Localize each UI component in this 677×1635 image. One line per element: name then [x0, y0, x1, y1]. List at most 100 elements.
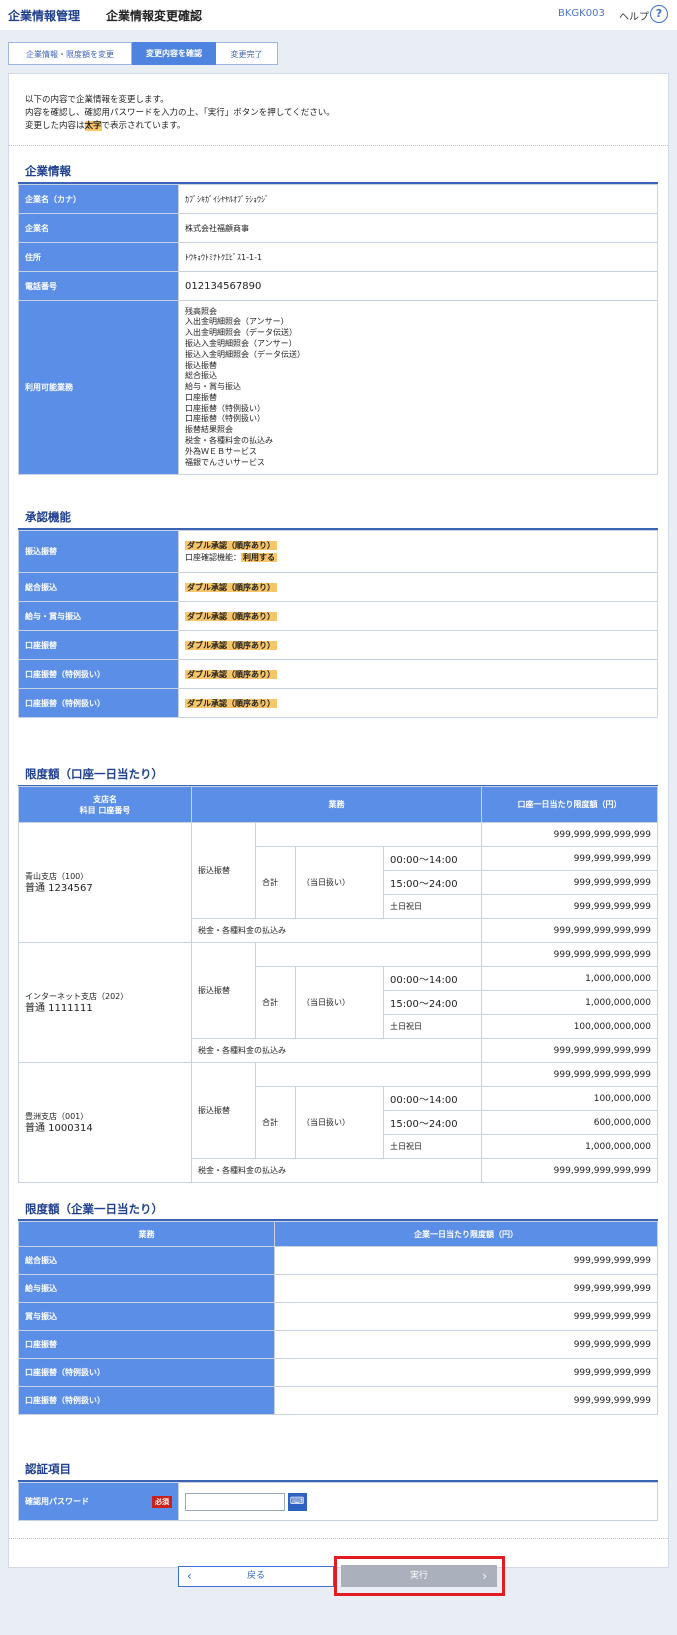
- back-button-label: 戻る: [246, 1571, 265, 1581]
- total-label: 合計: [255, 1086, 296, 1159]
- service-item: 振替結果照会: [185, 425, 233, 435]
- table-row: 口座振替（特例扱い） ダブル承認（順序あり）: [18, 659, 658, 689]
- branch-cell: インターネット支店（202） 普通 1111111: [18, 942, 192, 1063]
- approval-value: ダブル承認（順序あり）: [178, 688, 658, 718]
- service-item: 入出金明細照会（アンサー）: [185, 317, 289, 327]
- approval-value: ダブル承認（順序あり）: [178, 601, 658, 631]
- table-row: 口座振替 999,999,999,999: [18, 1330, 658, 1359]
- service-label: 給与振込: [18, 1274, 275, 1303]
- service-label: 口座振替: [18, 1330, 275, 1359]
- approval-badge: ダブル承認（順序あり）: [185, 611, 277, 621]
- section-title-auth: 認証項目: [25, 1462, 71, 1476]
- service-item: 入出金明細照会（データ伝送）: [185, 328, 297, 338]
- address-label: 住所: [18, 242, 179, 272]
- approval-badge: ダブル承認（順序あり）: [185, 582, 277, 592]
- limit-tax: 999,999,999,999,999: [481, 918, 658, 943]
- time-slot: 00:00～14:00: [383, 846, 482, 871]
- service-item: 振込振替: [185, 360, 217, 370]
- time-slot: 土日祝日: [383, 1134, 482, 1159]
- approval-label: 口座振替: [18, 630, 179, 660]
- total-label: 合計: [255, 966, 296, 1039]
- time-slot: 15:00～24:00: [383, 870, 482, 895]
- limit-value: 999,999,999,999: [274, 1274, 658, 1303]
- service-item: 総合振込: [185, 371, 217, 381]
- approval-value: ダブル承認（順序あり）: [178, 630, 658, 660]
- col-limit-header: 企業一日当たり限度額（円）: [274, 1221, 658, 1247]
- divider: [9, 145, 668, 146]
- table-row: 電話番号 012134567890: [18, 271, 658, 301]
- service-item: 口座振替（特例扱い）: [185, 403, 265, 413]
- approval-value: ダブル承認（順序あり）: [178, 659, 658, 689]
- help-icon[interactable]: ?: [650, 5, 668, 23]
- branch-cell: 青山支店（100） 普通 1234567: [18, 822, 192, 943]
- approval-value: ダブル承認（順序あり） 口座確認機能： 利用する: [178, 530, 658, 573]
- table-row: 振込振替 ダブル承認（順序あり） 口座確認機能： 利用する: [18, 530, 658, 573]
- page-title: 企業情報変更確認: [106, 9, 203, 23]
- service-item: 福銀でんさいサービス: [185, 457, 265, 467]
- section-title-limit-account: 限度額（口座一日当たり）: [25, 767, 163, 781]
- header-category: 企業情報管理: [8, 9, 81, 23]
- col-service-header: 業務: [18, 1221, 275, 1247]
- service-label: 口座振替（特例扱い）: [18, 1358, 275, 1387]
- intro-line-3: 変更した内容は太字で表示されています。: [25, 121, 186, 131]
- sameday-label: （当日扱い）: [295, 966, 384, 1039]
- header-bar: 企業情報管理 企業情報変更確認 BKGK003 ヘルプ ?: [0, 0, 677, 30]
- approval-table: 振込振替 ダブル承認（順序あり） 口座確認機能： 利用する 総合振込 ダブル承認（順…: [18, 530, 658, 718]
- service-item: 振込入金明細照会（データ伝送）: [185, 349, 305, 359]
- help-link[interactable]: ヘルプ: [619, 8, 649, 23]
- intro-text: 以下の内容で企業情報を変更します。 内容を確認し、確認用パスワードを入力の上、「…: [25, 94, 335, 133]
- table-row: 企業名（カナ） ｶﾌﾞｼｷｶﾞｲｼﾔﾔﾙｵﾌﾞﾗｼｮｳｼﾞ: [18, 184, 658, 214]
- tax-label: 税金・各種料金の払込み: [191, 918, 482, 943]
- execute-button[interactable]: 実行 ›: [341, 1565, 497, 1587]
- address-value: ﾄｳｷｮｳﾄﾐﾅﾄｸｴﾋﾞｽ1-1-1: [178, 242, 658, 272]
- company-name-value: 株式会社福顧商事: [178, 213, 658, 243]
- services-list: 残高照会 入出金明細照会（アンサー） 入出金明細照会（データ伝送） 振込入金明細…: [178, 300, 658, 475]
- limit-value: 999,999,999,999: [274, 1358, 658, 1387]
- limit-total: 999,999,999,999,999: [481, 822, 658, 847]
- limit-slot: 999,999,999,999: [481, 846, 658, 871]
- limit-value: 999,999,999,999: [274, 1302, 658, 1331]
- section-title-company: 企業情報: [25, 164, 71, 178]
- col-service-header: 業務: [191, 786, 482, 823]
- approval-label: 給与・賞与振込: [18, 601, 179, 631]
- table-row: 利用可能業務 残高照会 入出金明細照会（アンサー） 入出金明細照会（データ伝送）…: [18, 300, 658, 475]
- confirm-password-input[interactable]: [185, 1492, 285, 1511]
- approval-badge: ダブル承認（順序あり）: [185, 640, 277, 650]
- table-row: 賞与振込 999,999,999,999: [18, 1302, 658, 1331]
- service-item: 口座振替（特例扱い）: [185, 414, 265, 424]
- table-row: 口座振替（特例扱い） 999,999,999,999: [18, 1358, 658, 1387]
- limit-total: 999,999,999,999,999: [481, 942, 658, 967]
- services-label: 利用可能業務: [18, 300, 179, 475]
- col-branch-header: 支店名 科目 口座番号: [18, 786, 192, 823]
- step-indicator: 企業情報・限度額を変更 変更内容を確認 変更完了: [8, 42, 278, 65]
- tax-label: 税金・各種料金の払込み: [191, 1158, 482, 1183]
- table-row: インターネット支店（202） 普通 1111111 振込振替 999,999,99…: [18, 942, 658, 1063]
- limit-slot: 999,999,999,999: [481, 894, 658, 919]
- approval-label: 口座振替（特例扱い）: [18, 688, 179, 718]
- table-row: 総合振込 ダブル承認（順序あり）: [18, 572, 658, 602]
- limit-slot: 999,999,999,999: [481, 870, 658, 895]
- table-row: 住所 ﾄｳｷｮｳﾄﾐﾅﾄｸｴﾋﾞｽ1-1-1: [18, 242, 658, 272]
- time-slot: 15:00～24:00: [383, 990, 482, 1015]
- limit-slot: 600,000,000: [481, 1110, 658, 1135]
- password-cell: ⌨: [178, 1482, 658, 1521]
- limit-slot: 100,000,000,000: [481, 1014, 658, 1039]
- company-kana-label: 企業名（カナ）: [18, 184, 179, 214]
- back-button[interactable]: ‹ 戻る: [178, 1566, 334, 1587]
- step-confirm-current: 変更内容を確認: [132, 42, 216, 65]
- password-label-cell: 確認用パスワード 必須: [18, 1482, 179, 1521]
- blank-cell: [255, 822, 482, 847]
- time-slot: 00:00～14:00: [383, 966, 482, 991]
- screen-code: BKGK003: [558, 8, 605, 19]
- table-row: 口座振替 ダブル承認（順序あり）: [18, 630, 658, 660]
- software-keyboard-icon[interactable]: ⌨: [287, 1492, 307, 1511]
- section-title-limit-company: 限度額（企業一日当たり）: [25, 1202, 163, 1216]
- chevron-left-icon: ‹: [187, 1569, 192, 1583]
- approval-label: 振込振替: [18, 530, 179, 573]
- phone-value: 012134567890: [178, 271, 658, 301]
- table-row: 豊洲支店（001） 普通 1000314 振込振替 999,999,999,999…: [18, 1062, 658, 1183]
- approval-badge: ダブル承認（順序あり）: [185, 698, 277, 708]
- table-row: 給与・賞与振込 ダブル承認（順序あり）: [18, 601, 658, 631]
- divider: [9, 1538, 668, 1539]
- service-item: 口座振替: [185, 392, 217, 402]
